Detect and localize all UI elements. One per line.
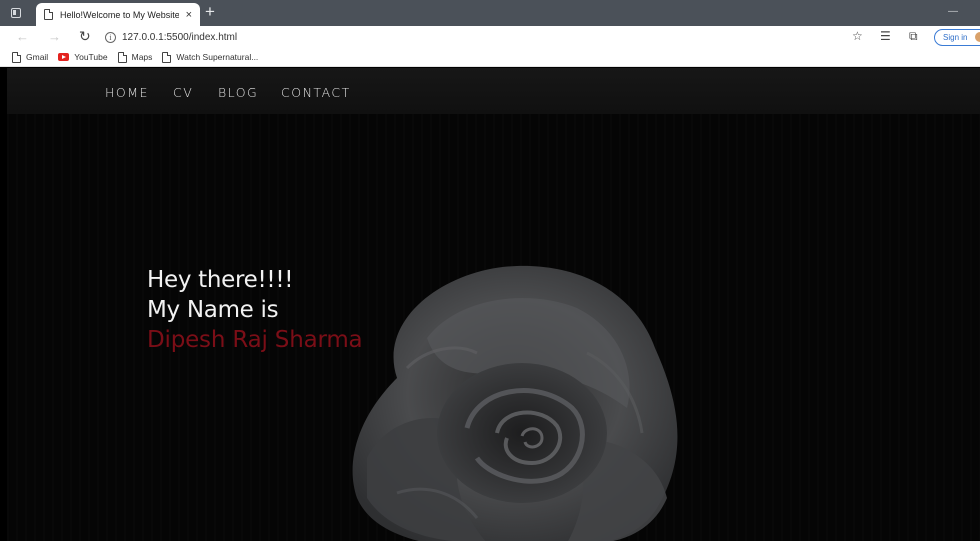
minimize-icon[interactable]: — (948, 6, 958, 17)
page-icon (12, 51, 21, 63)
browser-toolbar: ← → ↻ i 127.0.0.1:5500/index.html ☆ ☰ ⧉ … (0, 26, 980, 48)
page-icon (44, 9, 53, 20)
favorite-star-icon[interactable]: ☆ (852, 29, 863, 43)
bookmark-label: Gmail (26, 52, 49, 62)
collections-icon[interactable]: ⧉ (909, 29, 918, 44)
page-viewport: HOME CV BLOG CONTACT Hey there!!!! My Na… (7, 68, 980, 541)
bookmark-label: YouTube (74, 52, 108, 62)
tab-title: Hello!Welcome to My Website (60, 9, 179, 20)
bookmark-gmail[interactable]: Gmail (12, 51, 49, 63)
hero-intro: My Name is (147, 297, 279, 323)
close-tab-icon[interactable]: × (186, 9, 192, 21)
sign-in-button[interactable]: Sign in (934, 29, 980, 46)
bookmark-youtube[interactable]: YouTube (58, 52, 108, 62)
bookmarks-bar: Gmail YouTube Maps Watch Supernatural... (0, 48, 980, 67)
youtube-icon (58, 53, 70, 61)
bookmark-maps[interactable]: Maps (117, 51, 153, 63)
reload-icon[interactable]: ↻ (79, 28, 91, 45)
sidebar-toggle-icon[interactable] (0, 0, 32, 26)
browser-tab-strip: Hello!Welcome to My Website × + — (0, 0, 980, 26)
hero-greeting: Hey there!!!! (147, 267, 294, 293)
url-text[interactable]: 127.0.0.1:5500/index.html (122, 32, 237, 43)
nav-home[interactable]: HOME (105, 85, 149, 100)
bookmark-label: Maps (131, 52, 153, 62)
info-icon[interactable]: i (105, 31, 116, 43)
back-arrow-icon[interactable]: ← (16, 29, 29, 44)
rose-image (352, 265, 678, 541)
browser-tab[interactable]: Hello!Welcome to My Website × (36, 3, 200, 26)
hero-name: Dipesh Raj Sharma (147, 327, 363, 353)
hero-text: Hey there!!!! My Name is Dipesh Raj Shar… (147, 265, 363, 356)
new-tab-button[interactable]: + (205, 2, 215, 22)
nav-blog[interactable]: BLOG (218, 85, 258, 100)
bookmark-watch-supernatural[interactable]: Watch Supernatural... (162, 51, 259, 63)
nav-contact[interactable]: CONTACT (281, 85, 351, 100)
forward-arrow-icon[interactable]: → (48, 29, 61, 44)
address-bar[interactable]: i 127.0.0.1:5500/index.html (105, 28, 825, 46)
nav-cv[interactable]: CV (173, 85, 193, 100)
page-icon (117, 51, 127, 63)
site-navbar: HOME CV BLOG CONTACT (7, 68, 980, 114)
bookmark-label: Watch Supernatural... (176, 52, 259, 62)
avatar[interactable] (975, 32, 980, 42)
sign-in-label: Sign in (943, 33, 968, 42)
page-icon (162, 51, 172, 63)
favorites-list-icon[interactable]: ☰ (880, 29, 891, 43)
